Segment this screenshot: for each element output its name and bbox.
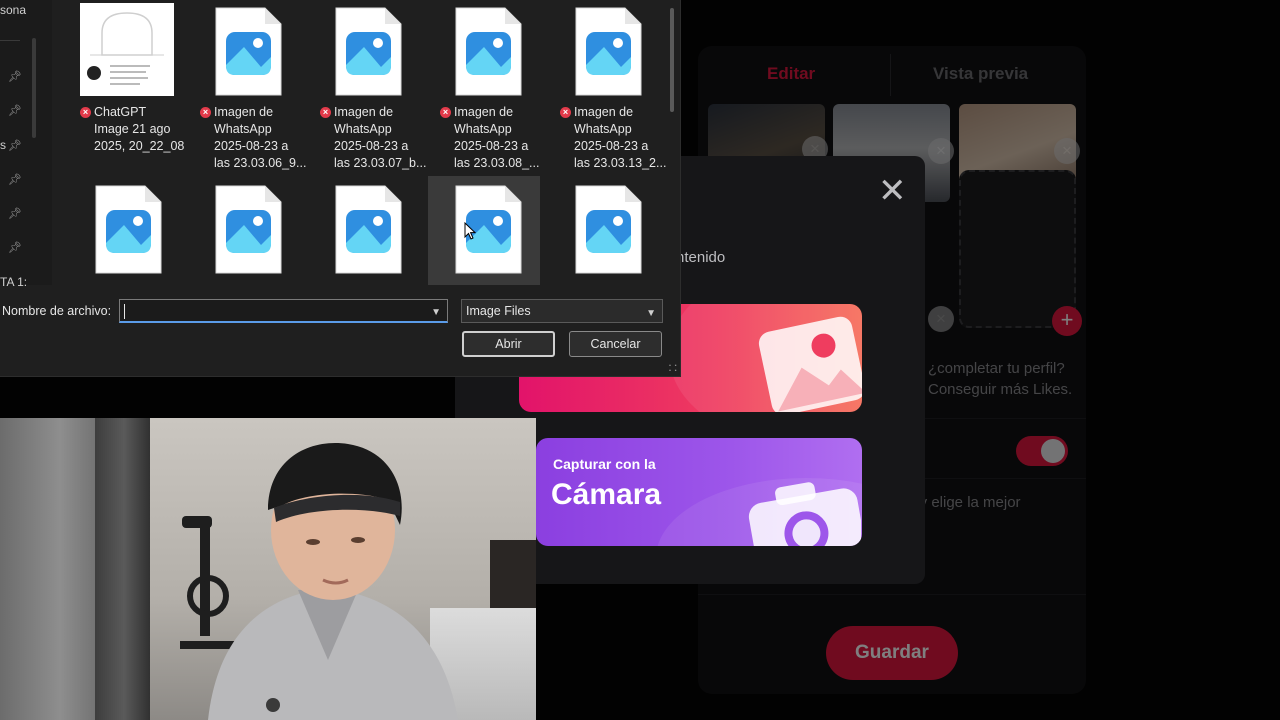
pin-icon: 📌︎ xyxy=(8,174,22,186)
filetype-select[interactable]: Image Files ▼ xyxy=(461,299,663,323)
file-name: × Imagen de WhatsApp 2025-08-23 a las 23.03.… xyxy=(200,104,307,172)
file-open-dialog: sona 📌︎ 📌︎ s 📌︎ 📌︎ 📌︎ 📌︎ TA 1: × ChatGPT I… xyxy=(0,0,681,377)
webcam-furniture xyxy=(490,540,536,610)
file-name-line: ChatGPT xyxy=(94,105,147,119)
nav-item-label[interactable]: s xyxy=(0,138,6,152)
file-name-line: las 23.03.13_2... xyxy=(574,156,667,170)
gallery-picture-icon xyxy=(758,316,862,412)
cancel-button[interactable]: Cancelar xyxy=(569,331,662,357)
file-name-line: las 23.03.06_9... xyxy=(214,156,307,170)
file-name-line: WhatsApp xyxy=(454,122,512,136)
pin-icon: 📌︎ xyxy=(8,105,22,117)
file-name-line: 2025-08-23 a xyxy=(574,139,649,153)
file-name-line: las 23.03.07_b... xyxy=(334,156,427,170)
webcam-overlay xyxy=(0,418,536,720)
file-name-line: WhatsApp xyxy=(214,122,272,136)
modal-subtitle: ntenido xyxy=(676,249,726,266)
nav-item-label[interactable]: sona xyxy=(0,3,26,17)
image-file-icon xyxy=(455,7,522,96)
file-item[interactable] xyxy=(308,178,420,285)
nav-item-label[interactable]: TA 1: xyxy=(0,275,27,289)
navigation-pane[interactable]: sona 📌︎ 📌︎ s 📌︎ 📌︎ 📌︎ 📌︎ TA 1: xyxy=(0,0,52,289)
file-name-line: 2025, 20_22_08 xyxy=(94,139,185,153)
file-item[interactable] xyxy=(68,178,180,285)
file-grid-scrollbar[interactable] xyxy=(670,8,674,112)
file-name: × Imagen de WhatsApp 2025-08-23 a las 23.03.… xyxy=(320,104,427,172)
close-icon[interactable]: ✕ xyxy=(878,174,907,208)
file-item[interactable]: × ChatGPT Image 21 ago 2025, 20_22_08 xyxy=(68,0,184,175)
image-file-icon xyxy=(335,185,402,274)
file-item[interactable]: × Imagen de WhatsApp 2025-08-23 a las 23.03.… xyxy=(308,0,426,175)
sync-error-icon: × xyxy=(560,107,571,118)
file-name: × Imagen de WhatsApp 2025-08-23 a las 23.03.… xyxy=(560,104,667,172)
file-name: × Imagen de WhatsApp 2025-08-23 a las 23.03.… xyxy=(440,104,546,172)
camera-option-title: Cámara xyxy=(551,478,662,511)
sync-error-icon: × xyxy=(320,107,331,118)
file-item[interactable] xyxy=(428,176,540,285)
file-item[interactable] xyxy=(188,178,300,285)
file-name-line: 2025-08-23 a xyxy=(334,139,409,153)
file-name-line: Imagen de xyxy=(214,105,274,119)
pin-icon: 📌︎ xyxy=(8,242,22,254)
filename-input[interactable]: ▼ xyxy=(119,299,448,323)
file-grid: × ChatGPT Image 21 ago 2025, 20_22_08 × Image… xyxy=(56,0,668,285)
webcam-person xyxy=(208,443,458,720)
capture-camera-option[interactable]: Capturar con la Cámara xyxy=(536,438,862,546)
file-item[interactable] xyxy=(548,178,660,285)
file-name-line: las 23.03.08_... xyxy=(454,156,540,170)
file-name-line: 2025-08-23 a xyxy=(214,139,289,153)
image-file-icon xyxy=(335,7,402,96)
sync-error-icon: × xyxy=(80,107,91,118)
image-file-icon xyxy=(95,185,162,274)
file-name-line: Image 21 ago xyxy=(94,122,171,136)
camera-option-small-label: Capturar con la xyxy=(553,456,656,472)
camera-icon xyxy=(748,482,861,546)
image-file-icon xyxy=(575,7,642,96)
filename-label: Nombre de archivo: xyxy=(2,304,112,318)
image-file-icon xyxy=(575,185,642,274)
document-thumbnail xyxy=(80,3,174,96)
nav-scrollbar[interactable] xyxy=(32,38,36,138)
image-file-icon xyxy=(215,185,282,274)
text-caret xyxy=(124,304,125,319)
filetype-value: Image Files xyxy=(466,304,531,318)
file-name-line: Imagen de xyxy=(454,105,514,119)
pin-icon: 📌︎ xyxy=(8,140,22,152)
file-name-line: Imagen de xyxy=(334,105,394,119)
mouse-pointer-icon xyxy=(464,222,476,240)
divider xyxy=(0,40,20,41)
file-name-line: Imagen de xyxy=(574,105,634,119)
file-name-line: 2025-08-23 a xyxy=(454,139,529,153)
file-item[interactable]: × Imagen de WhatsApp 2025-08-23 a las 23.03.… xyxy=(188,0,306,175)
sync-error-icon: × xyxy=(200,107,211,118)
file-name: × ChatGPT Image 21 ago 2025, 20_22_08 xyxy=(80,104,186,155)
webcam-curtain xyxy=(95,418,153,720)
open-button[interactable]: Abrir xyxy=(462,331,555,357)
chevron-down-icon: ▼ xyxy=(646,308,656,319)
pin-icon: 📌︎ xyxy=(8,71,22,83)
file-name-line: WhatsApp xyxy=(574,122,632,136)
screen: Editar Vista previa × × × × + ¿completar… xyxy=(0,0,1280,720)
file-item[interactable]: × Imagen de WhatsApp 2025-08-23 a las 23.03.… xyxy=(548,0,666,175)
resize-grip-icon[interactable]: ⠂⠂ ⠂⠂ xyxy=(668,362,680,376)
pin-icon: 📌︎ xyxy=(8,208,22,220)
sync-error-icon: × xyxy=(440,107,451,118)
file-item[interactable]: × Imagen de WhatsApp 2025-08-23 a las 23.03.… xyxy=(428,0,540,175)
image-file-icon xyxy=(215,7,282,96)
file-name-line: WhatsApp xyxy=(334,122,392,136)
chevron-down-icon[interactable]: ▼ xyxy=(431,303,441,323)
